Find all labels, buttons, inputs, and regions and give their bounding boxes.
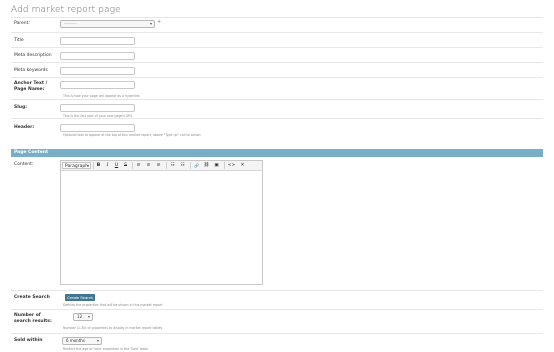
title-input[interactable] <box>60 37 135 45</box>
toolbar-divider <box>132 162 133 169</box>
toolbar-divider <box>190 162 191 169</box>
meta-description-row: Meta description <box>11 47 543 62</box>
source-code-icon[interactable]: <> <box>227 162 236 169</box>
header-input[interactable] <box>60 124 135 132</box>
rich-text-editor[interactable]: Paragraph ▾ B I U S ≡ ≡ ≡ ☷ ☷ 🔗 ⛓ ▣ <> ✕ <box>60 160 263 285</box>
strikethrough-button[interactable]: S <box>122 162 129 169</box>
bullet-list-button[interactable]: ☷ <box>169 162 176 169</box>
slug-row: Slug: This is the last part of your new … <box>11 99 543 118</box>
page-title: Add market report page <box>11 5 121 15</box>
chevron-down-icon: ▾ <box>149 21 152 26</box>
align-center-button[interactable]: ≡ <box>145 162 152 169</box>
parent-label: Parent: <box>14 21 30 26</box>
add-parent-icon[interactable]: + <box>157 19 161 25</box>
create-search-help: Defines the properties that will be show… <box>63 303 163 307</box>
underline-button[interactable]: U <box>113 162 120 169</box>
header-label: Header: <box>14 125 35 130</box>
italic-button[interactable]: I <box>104 162 111 169</box>
chevron-down-icon: ▾ <box>87 314 90 319</box>
format-select-value: Paragraph <box>65 164 89 169</box>
slug-label: Slug: <box>14 105 28 110</box>
align-right-button[interactable]: ≡ <box>155 162 162 169</box>
close-icon[interactable]: ✕ <box>239 162 246 169</box>
toolbar-divider <box>93 162 94 169</box>
title-label: Title <box>14 38 24 43</box>
meta-keywords-label: Meta keywords <box>14 68 48 73</box>
slug-input[interactable] <box>60 104 135 112</box>
numbered-list-button[interactable]: ☷ <box>179 162 186 169</box>
sold-within-help: Restrict the age of 'sold' properties in… <box>63 347 148 351</box>
sold-within-row: Sold within 6 months ▾ Restrict the age … <box>11 333 543 352</box>
sold-within-value: 6 months <box>66 338 85 343</box>
anchor-text-row: Anchor Text / Page Name: This is how you… <box>11 77 543 99</box>
parent-select[interactable]: --------- ▾ <box>60 20 155 28</box>
header-help: Optional text to appear at the top of th… <box>63 133 201 137</box>
meta-description-input[interactable] <box>60 52 135 60</box>
link-icon[interactable]: 🔗 <box>193 162 200 169</box>
format-select[interactable]: Paragraph ▾ <box>62 162 91 169</box>
num-results-select[interactable]: 12 ▾ <box>73 313 93 321</box>
parent-row: Parent: --------- ▾ + <box>11 17 543 31</box>
parent-select-value: --------- <box>64 21 77 26</box>
create-search-label: Create Search <box>14 295 50 300</box>
sold-within-select[interactable]: 6 months ▾ <box>62 337 102 345</box>
bold-button[interactable]: B <box>95 162 102 169</box>
chevron-down-icon: ▾ <box>96 338 99 343</box>
editor-toolbar: Paragraph ▾ B I U S ≡ ≡ ≡ ☷ ☷ 🔗 ⛓ ▣ <> ✕ <box>61 161 262 171</box>
create-search-row: Create Search Create Search Defines the … <box>11 290 543 309</box>
create-search-button[interactable]: Create Search <box>65 294 95 301</box>
meta-keywords-row: Meta keywords <box>11 62 543 77</box>
page-content-section-header: Page Content <box>11 149 543 157</box>
num-results-label: Number of search results: <box>14 313 52 324</box>
align-left-button[interactable]: ≡ <box>135 162 142 169</box>
anchor-text-input[interactable] <box>60 81 135 89</box>
chevron-down-icon: ▾ <box>87 164 89 168</box>
header-row: Header: Optional text to appear at the t… <box>11 118 543 138</box>
content-label: Content: <box>14 162 34 167</box>
num-results-help: Number (1-30) of properties to display i… <box>63 326 163 330</box>
anchor-text-label: Anchor Text / Page Name: <box>14 81 48 92</box>
num-results-row: Number of search results: 12 ▾ Number (1… <box>11 309 543 333</box>
anchor-text-help: This is how your page will appear as a h… <box>63 94 140 98</box>
meta-description-label: Meta description <box>14 53 52 58</box>
toolbar-divider <box>224 162 225 169</box>
section-title: Page Content <box>14 150 49 155</box>
sold-within-label: Sold within <box>14 338 43 343</box>
unlink-icon[interactable]: ⛓ <box>203 162 210 169</box>
meta-keywords-input[interactable] <box>60 67 135 75</box>
image-icon[interactable]: ▣ <box>213 162 220 169</box>
toolbar-divider <box>166 162 167 169</box>
title-row: Title <box>11 32 543 47</box>
num-results-value: 12 <box>77 314 83 319</box>
